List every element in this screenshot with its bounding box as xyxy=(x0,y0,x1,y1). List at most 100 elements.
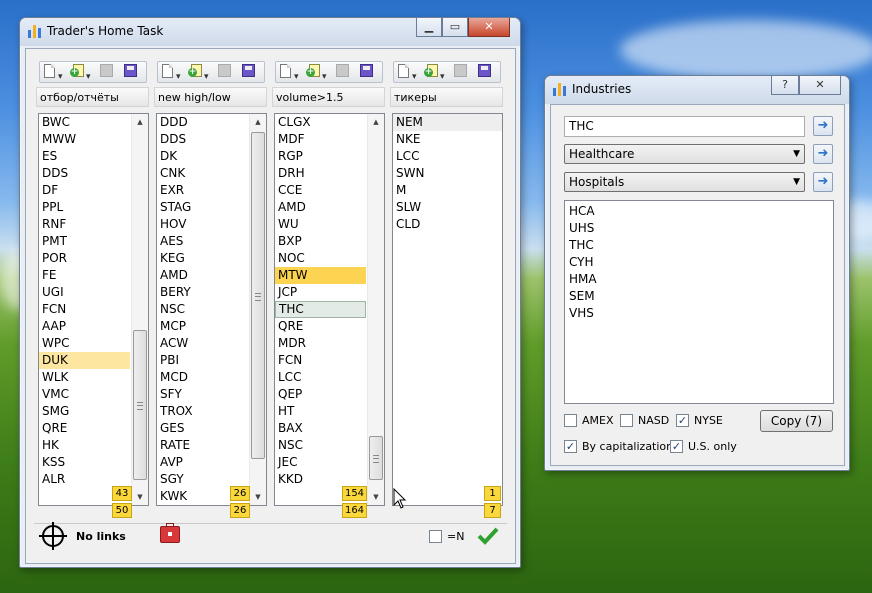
minimize-button[interactable]: ▁ xyxy=(416,18,442,37)
scroll-down-icon[interactable]: ▼ xyxy=(368,489,384,505)
new-list-icon[interactable] xyxy=(162,64,173,78)
ticker-item[interactable]: ES xyxy=(39,148,130,165)
ticker-item[interactable]: CLD xyxy=(393,216,502,233)
ticker-item[interactable]: NEM xyxy=(393,114,502,131)
ticker-item[interactable]: HK xyxy=(39,437,130,454)
ticker-item[interactable]: JEC xyxy=(275,454,366,471)
ticker-item[interactable]: DF xyxy=(39,182,130,199)
chevron-down-icon[interactable]: ▾ xyxy=(412,72,417,82)
industry-select[interactable]: Hospitals ▼ xyxy=(564,172,805,192)
ticker-item[interactable]: BERY xyxy=(157,284,248,301)
checkmark-icon[interactable] xyxy=(477,526,499,546)
scroll-up-icon[interactable]: ▲ xyxy=(132,114,148,130)
results-list[interactable]: HCA UHS THC CYH HMA SEM VHS xyxy=(564,200,834,404)
ticker-item[interactable]: MCD xyxy=(157,369,248,386)
ticker-item[interactable]: MDR xyxy=(275,335,366,352)
column-2-header[interactable]: new high/low xyxy=(154,87,267,107)
ticker-item[interactable]: STAG xyxy=(157,199,248,216)
ticker-item[interactable]: SMG xyxy=(39,403,130,420)
ticker-item[interactable]: MCP xyxy=(157,318,248,335)
ticker-item[interactable]: ACW xyxy=(157,335,248,352)
ticker-item[interactable]: QEP xyxy=(275,386,366,403)
result-item[interactable]: UHS xyxy=(565,220,833,237)
ticker-item[interactable]: EXR xyxy=(157,182,248,199)
ticker-item[interactable]: BWC xyxy=(39,114,130,131)
scroll-up-icon[interactable]: ▲ xyxy=(368,114,384,130)
ticker-item[interactable]: DRH xyxy=(275,165,366,182)
by-capitalization-checkbox[interactable]: ✓ xyxy=(564,440,577,453)
ticker-item[interactable]: FCN xyxy=(39,301,130,318)
ticker-item[interactable]: WLK xyxy=(39,369,130,386)
column-3-scrollbar[interactable]: ▲ ▼ xyxy=(367,114,384,505)
toolbox-icon[interactable] xyxy=(160,523,180,543)
ticker-item[interactable]: CCE xyxy=(275,182,366,199)
column-3-header[interactable]: volume>1.5 xyxy=(272,87,385,107)
amex-checkbox[interactable] xyxy=(564,414,577,427)
ticker-item[interactable]: LCC xyxy=(275,369,366,386)
chevron-down-icon[interactable]: ▾ xyxy=(322,72,327,82)
ticker-item[interactable]: TROX xyxy=(157,403,248,420)
column-1-scrollbar[interactable]: ▲ ▼ xyxy=(131,114,148,505)
help-button[interactable]: ? xyxy=(771,76,799,95)
scroll-thumb[interactable] xyxy=(251,132,265,459)
column-1-list[interactable]: BWC MWW ES DDS DF PPL RNF PMT POR FE UGI FCN AAP WPC D… xyxy=(38,113,149,506)
ticker-item[interactable]: HOV xyxy=(157,216,248,233)
column-4-list[interactable]: NEM NKE LCC SWN M SLW CLD xyxy=(392,113,503,506)
new-list-icon[interactable] xyxy=(44,64,55,78)
ticker-item[interactable]: AMD xyxy=(275,199,366,216)
us-only-checkbox[interactable]: ✓ xyxy=(670,440,683,453)
ticker-item[interactable]: DUK xyxy=(39,352,130,369)
save-as-icon[interactable] xyxy=(124,64,137,77)
ticker-item[interactable]: M xyxy=(393,182,502,199)
industry-go-arrow-icon[interactable]: ➜ xyxy=(813,172,833,192)
result-item[interactable]: SEM xyxy=(565,288,833,305)
ticker-item[interactable]: DDD xyxy=(157,114,248,131)
crosshair-icon[interactable] xyxy=(38,521,68,551)
ticker-item[interactable]: KEG xyxy=(157,250,248,267)
ticker-item[interactable]: PMT xyxy=(39,233,130,250)
ticker-item[interactable]: AVP xyxy=(157,454,248,471)
chevron-down-icon[interactable]: ▾ xyxy=(86,72,91,82)
ticker-item[interactable]: BXP xyxy=(275,233,366,250)
ticker-go-arrow-icon[interactable]: ➜ xyxy=(813,116,833,136)
chevron-down-icon[interactable]: ▾ xyxy=(440,72,445,82)
ticker-item[interactable]: PBI xyxy=(157,352,248,369)
ticker-item[interactable]: SLW xyxy=(393,199,502,216)
chevron-down-icon[interactable]: ▾ xyxy=(204,72,209,82)
ticker-item[interactable]: POR xyxy=(39,250,130,267)
column-4-header[interactable]: тикеры xyxy=(390,87,503,107)
column-3-list[interactable]: CLGX MDF RGP DRH CCE AMD WU BXP NOC MTW JCP THC QRE M… xyxy=(274,113,385,506)
add-ticker-icon[interactable] xyxy=(70,64,84,77)
ticker-item[interactable]: GES xyxy=(157,420,248,437)
ticker-item[interactable]: JCP xyxy=(275,284,366,301)
save-as-icon[interactable] xyxy=(360,64,373,77)
ticker-item[interactable]: SFY xyxy=(157,386,248,403)
chevron-down-icon[interactable]: ▾ xyxy=(176,72,181,82)
ticker-item[interactable]: RNF xyxy=(39,216,130,233)
ticker-item[interactable]: CLGX xyxy=(275,114,366,131)
scroll-down-icon[interactable]: ▼ xyxy=(250,489,266,505)
ticker-item[interactable]: NSC xyxy=(157,301,248,318)
close-button[interactable]: ✕ xyxy=(468,18,510,37)
ticker-item[interactable]: CNK xyxy=(157,165,248,182)
copy-button[interactable]: Copy (7) xyxy=(760,410,833,432)
close-button[interactable]: ✕ xyxy=(799,76,841,95)
sector-go-arrow-icon[interactable]: ➜ xyxy=(813,144,833,164)
ticker-item[interactable]: THC xyxy=(275,301,366,318)
save-as-icon[interactable] xyxy=(478,64,491,77)
ticker-item[interactable]: RGP xyxy=(275,148,366,165)
ticker-item[interactable]: SWN xyxy=(393,165,502,182)
new-list-icon[interactable] xyxy=(280,64,291,78)
ticker-item[interactable]: DDS xyxy=(157,131,248,148)
ticker-item[interactable]: MWW xyxy=(39,131,130,148)
ticker-item[interactable]: AES xyxy=(157,233,248,250)
save-as-icon[interactable] xyxy=(242,64,255,77)
add-ticker-icon[interactable] xyxy=(188,64,202,77)
ticker-item[interactable]: QRE xyxy=(275,318,366,335)
ticker-item[interactable]: DK xyxy=(157,148,248,165)
column-1-header[interactable]: отбор/отчёты xyxy=(36,87,149,107)
nasd-checkbox[interactable] xyxy=(620,414,633,427)
scroll-thumb[interactable] xyxy=(369,436,383,480)
ticker-item[interactable]: LCC xyxy=(393,148,502,165)
ticker-item[interactable]: BAX xyxy=(275,420,366,437)
